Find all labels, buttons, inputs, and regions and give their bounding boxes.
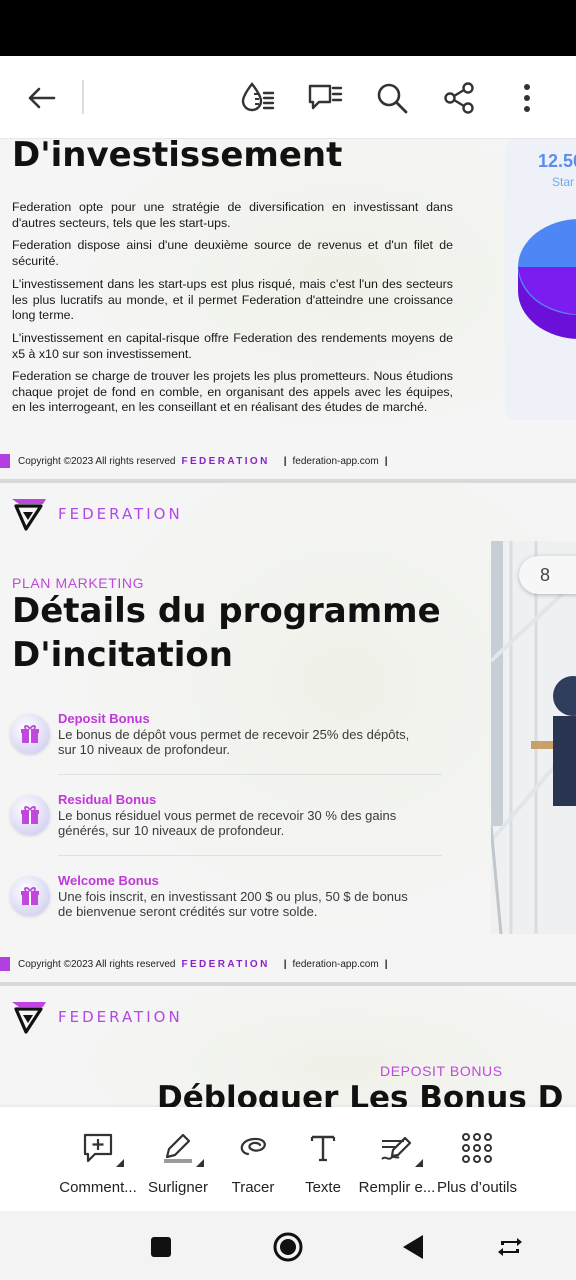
- footer-brand: FEDERATION: [181, 958, 270, 970]
- draw-icon: [240, 1137, 266, 1156]
- page-title-line1: Détails du programme: [12, 591, 441, 631]
- rotate-screen-icon[interactable]: [492, 1229, 528, 1265]
- tool-label: Plus d’outils: [436, 1179, 518, 1196]
- gift-icon: [10, 876, 50, 916]
- footer-site: federation-app.com: [292, 455, 379, 467]
- fill-sign-tool[interactable]: Remplir e...: [352, 1127, 442, 1197]
- footer-accent: [0, 454, 10, 468]
- comment-add-icon: [83, 1133, 113, 1163]
- paragraph: L'investissement dans les start-ups est …: [12, 277, 453, 323]
- page-number-indicator[interactable]: 8: [519, 556, 576, 594]
- submenu-indicator: [196, 1159, 204, 1167]
- gift-icon: [10, 795, 50, 835]
- footer-separator: |: [283, 958, 287, 970]
- footer-separator: |: [384, 958, 388, 970]
- bonus-description: Une fois inscrit, en investissant 200 $ …: [58, 889, 408, 919]
- divider: [58, 855, 442, 856]
- document-viewer[interactable]: D'investissement Federation opte pour un…: [0, 139, 576, 1107]
- paragraph: L'investissement en capital-risque offre…: [12, 331, 453, 361]
- submenu-indicator: [415, 1159, 423, 1167]
- fill-sign-icon: [381, 1136, 412, 1160]
- share-icon[interactable]: [439, 78, 479, 118]
- paragraph: Federation dispose ainsi d'une deuxième …: [12, 238, 453, 268]
- chart-card: 12.50 Star: [505, 139, 576, 420]
- page-footer: Copyright ©2023 All rights reserved FEDE…: [0, 956, 576, 972]
- bonus-title: Welcome Bonus: [58, 873, 159, 888]
- chart-label: Star: [552, 175, 575, 189]
- pdf-page: D'investissement Federation opte pour un…: [0, 139, 576, 479]
- liquid-mode-icon[interactable]: [238, 78, 278, 118]
- back-arrow-icon[interactable]: [21, 78, 61, 118]
- federation-logo-icon: [12, 1002, 46, 1034]
- comments-list-icon[interactable]: [305, 78, 345, 118]
- footer-copyright: Copyright ©2023 All rights reserved: [18, 455, 176, 467]
- submenu-indicator: [116, 1159, 124, 1167]
- logo-text: FEDERATION: [58, 1008, 183, 1026]
- back-icon[interactable]: [395, 1229, 431, 1265]
- toolbar-divider: [82, 80, 84, 114]
- status-bar: [0, 0, 576, 56]
- logo-text: FEDERATION: [58, 505, 183, 523]
- section-eyebrow: DEPOSIT BONUS: [380, 1063, 503, 1079]
- comment-tool[interactable]: Comment...: [53, 1127, 143, 1197]
- paragraph: Federation se charge de trouver les proj…: [12, 369, 453, 415]
- tool-label: Comment...: [59, 1179, 137, 1196]
- divider: [58, 774, 442, 775]
- chart-value: 12.50: [538, 151, 576, 171]
- bonus-title: Residual Bonus: [58, 792, 157, 807]
- pdf-page: FEDERATION DEPOSIT BONUS Débloquer Les B…: [0, 986, 576, 1107]
- section-eyebrow: PLAN MARKETING: [12, 575, 145, 591]
- paragraph: Federation opte pour une stratégie de di…: [12, 200, 453, 230]
- bonus-description: Le bonus de dépôt vous permet de recevoi…: [58, 727, 410, 757]
- tools-bar: Comment... Surligner Tracer Texte Rempli…: [0, 1107, 576, 1211]
- more-tools[interactable]: Plus d’outils: [432, 1127, 522, 1197]
- recent-apps-icon[interactable]: [143, 1229, 179, 1265]
- bonus-title: Deposit Bonus: [58, 711, 150, 726]
- federation-logo: FEDERATION: [10, 1000, 183, 1034]
- footer-separator: |: [283, 455, 287, 467]
- tool-label: Remplir e...: [358, 1179, 436, 1196]
- footer-copyright: Copyright ©2023 All rights reserved: [18, 958, 176, 970]
- pie-chart-graphic: [518, 219, 576, 339]
- home-icon[interactable]: [270, 1229, 306, 1265]
- office-photo: [491, 541, 576, 934]
- bonus-description: Le bonus résiduel vous permet de recevoi…: [58, 808, 397, 838]
- page-title: Débloquer Les Bonus D: [157, 1080, 564, 1107]
- footer-separator: |: [384, 455, 388, 467]
- federation-logo: FEDERATION: [10, 497, 183, 531]
- highlighter-icon: [164, 1133, 192, 1163]
- footer-accent: [0, 957, 10, 971]
- pdf-page: FEDERATION PLAN MARKETING Détails du pro…: [0, 483, 576, 982]
- more-tools-icon: [462, 1133, 492, 1163]
- page-heading: D'investissement: [12, 139, 343, 175]
- footer-brand: FEDERATION: [181, 455, 270, 467]
- page-title-line2: D'incitation: [12, 635, 233, 675]
- overflow-menu-icon[interactable]: [507, 78, 547, 118]
- top-app-bar: [0, 56, 576, 139]
- text-icon: [310, 1135, 336, 1162]
- federation-logo-icon: [12, 499, 46, 531]
- search-icon[interactable]: [372, 78, 412, 118]
- footer-site: federation-app.com: [292, 958, 379, 970]
- gift-icon: [10, 714, 50, 754]
- page-footer: Copyright ©2023 All rights reserved FEDE…: [0, 453, 576, 469]
- system-nav-bar: [0, 1211, 576, 1280]
